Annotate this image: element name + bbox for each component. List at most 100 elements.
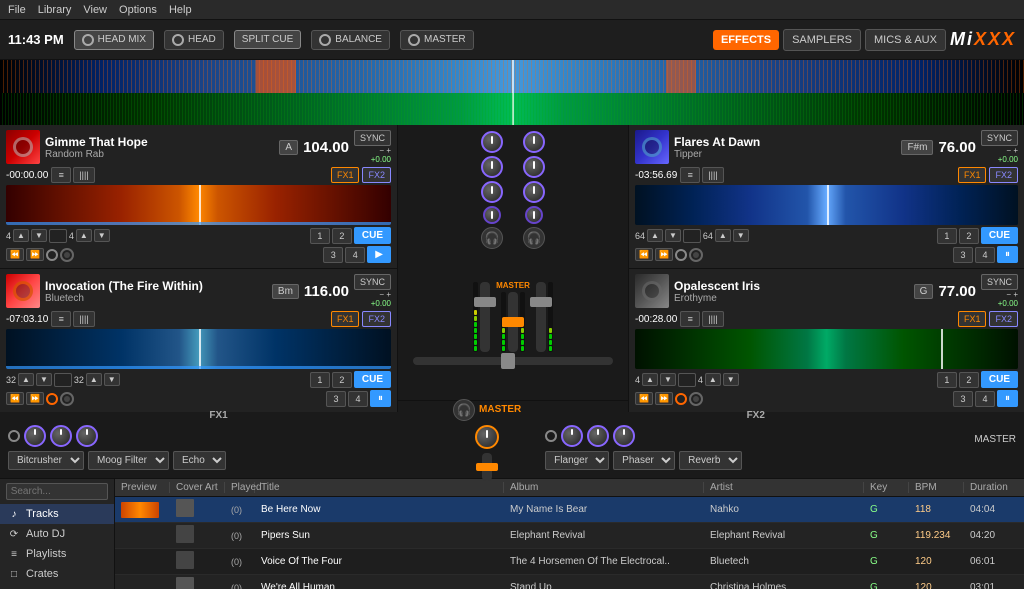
deck2-loop-up[interactable]: ▲ <box>18 373 34 386</box>
deck4-beats-btn[interactable]: |||| <box>702 311 723 327</box>
ch1-gain-knob[interactable] <box>483 206 501 224</box>
deck2-sync-button[interactable]: SYNC <box>354 274 391 290</box>
deck1-fwd-btn[interactable]: ⏩ <box>26 248 44 261</box>
fx1-effect2-select[interactable]: Moog Filter <box>88 451 169 470</box>
deck3-loop-in-btn[interactable] <box>683 229 701 243</box>
deck1-vinyl[interactable] <box>60 248 74 262</box>
deck2-waveform[interactable] <box>6 329 391 369</box>
menu-file[interactable]: File <box>8 4 26 16</box>
deck3-fwd-btn[interactable]: ⏩ <box>655 248 673 261</box>
ch1-low-knob[interactable] <box>481 181 503 203</box>
deck1-loop-down[interactable]: ▼ <box>31 229 47 242</box>
fx1-effect3-select[interactable]: Echo <box>173 451 226 470</box>
ch1-high-knob[interactable] <box>481 131 503 153</box>
deck3-loop2-down[interactable]: ▼ <box>733 229 749 242</box>
deck3-waveform[interactable] <box>635 185 1018 225</box>
fx2-effect1-select[interactable]: Flanger <box>545 451 609 470</box>
deck2-eq-btn[interactable]: ≡ <box>51 311 71 327</box>
table-row[interactable]: (0) We're All Human Stand Up Christina H… <box>115 575 1024 589</box>
head-button[interactable]: HEAD <box>164 30 224 50</box>
deck2-fx1-button[interactable]: FX1 <box>331 311 360 327</box>
deck3-fx1-button[interactable]: FX1 <box>958 167 987 183</box>
fx1-knob3[interactable] <box>76 425 98 447</box>
deck4-waveform[interactable] <box>635 329 1018 369</box>
master-button[interactable]: MASTER <box>400 30 474 50</box>
sidebar-item-playlists[interactable]: ≡ Playlists <box>0 544 114 564</box>
samplers-button[interactable]: SAMPLERS <box>783 29 861 51</box>
deck2-loop2-up[interactable]: ▲ <box>86 373 102 386</box>
deck2-btn4[interactable]: 4 <box>348 391 368 407</box>
ch2-headphones-btn[interactable]: 🎧 <box>523 227 545 249</box>
deck3-btn1[interactable]: 1 <box>937 228 957 244</box>
track-preview[interactable] <box>115 502 170 518</box>
deck1-loop-up[interactable]: ▲ <box>13 229 29 242</box>
fx1-power-icon[interactable] <box>8 430 20 442</box>
deck1-btn3[interactable]: 3 <box>323 247 343 263</box>
deck1-loop2-up[interactable]: ▲ <box>76 229 92 242</box>
table-row[interactable]: (0) Voice Of The Four The 4 Horsemen Of … <box>115 549 1024 575</box>
deck1-loop-in-btn[interactable] <box>49 229 67 243</box>
ch2-fader[interactable] <box>536 282 546 352</box>
menu-options[interactable]: Options <box>119 4 157 16</box>
deck2-vinyl[interactable] <box>60 392 74 406</box>
deck4-loop2-down[interactable]: ▼ <box>723 373 739 386</box>
deck3-btn3[interactable]: 3 <box>953 247 973 263</box>
deck3-sync-button[interactable]: SYNC <box>981 130 1018 146</box>
deck2-fwd-btn[interactable]: ⏩ <box>26 392 44 405</box>
fx2-knob1[interactable] <box>561 425 583 447</box>
deck4-loop-up[interactable]: ▲ <box>642 373 658 386</box>
deck1-btn2[interactable]: 2 <box>332 228 352 244</box>
master-headphones-btn[interactable]: 🎧 <box>453 399 475 421</box>
master-fader[interactable] <box>508 292 518 352</box>
deck4-loop-down[interactable]: ▼ <box>660 373 676 386</box>
deck1-btn4[interactable]: 4 <box>345 247 365 263</box>
deck3-vinyl[interactable] <box>689 248 703 262</box>
deck4-loop2-up[interactable]: ▲ <box>705 373 721 386</box>
ch2-high-knob[interactable] <box>523 131 545 153</box>
deck4-btn2[interactable]: 2 <box>959 372 979 388</box>
deck2-rew-btn[interactable]: ⏪ <box>6 392 24 405</box>
ch1-mid-knob[interactable] <box>481 156 503 178</box>
mics-button[interactable]: MICS & AUX <box>865 29 946 51</box>
deck1-sync-button[interactable]: SYNC <box>354 130 391 146</box>
deck4-vinyl[interactable] <box>689 392 703 406</box>
waveform-overview[interactable] <box>0 60 1024 125</box>
deck4-fx2-button[interactable]: FX2 <box>989 311 1018 327</box>
fx2-knob3[interactable] <box>613 425 635 447</box>
balance-button[interactable]: BALANCE <box>311 30 390 50</box>
ch1-fader[interactable] <box>480 282 490 352</box>
deck3-btn2[interactable]: 2 <box>959 228 979 244</box>
deck2-btn2[interactable]: 2 <box>332 372 352 388</box>
deck4-btn4[interactable]: 4 <box>975 391 995 407</box>
deck1-waveform[interactable] <box>6 185 391 225</box>
deck1-cue-button[interactable]: CUE <box>354 227 391 244</box>
deck2-loop2-down[interactable]: ▼ <box>104 373 120 386</box>
deck1-beats-btn[interactable]: |||| <box>73 167 94 183</box>
deck4-power-btn[interactable] <box>675 393 687 405</box>
fx2-effect2-select[interactable]: Phaser <box>613 451 675 470</box>
deck1-btn1[interactable]: 1 <box>310 228 330 244</box>
deck3-loop-down[interactable]: ▼ <box>665 229 681 242</box>
deck1-fx1-button[interactable]: FX1 <box>331 167 360 183</box>
deck3-fx2-button[interactable]: FX2 <box>989 167 1018 183</box>
deck3-loop2-up[interactable]: ▲ <box>715 229 731 242</box>
deck2-fx2-button[interactable]: FX2 <box>362 311 391 327</box>
fx2-knob2[interactable] <box>587 425 609 447</box>
deck3-rew-btn[interactable]: ⏪ <box>635 248 653 261</box>
deck3-btn4[interactable]: 4 <box>975 247 995 263</box>
deck1-loop2-down[interactable]: ▼ <box>94 229 110 242</box>
master-volume-knob[interactable] <box>475 425 499 449</box>
deck4-rew-btn[interactable]: ⏪ <box>635 392 653 405</box>
fx2-power-icon[interactable] <box>545 430 557 442</box>
ch2-mid-knob[interactable] <box>523 156 545 178</box>
deck4-fx1-button[interactable]: FX1 <box>958 311 987 327</box>
deck3-loop-up[interactable]: ▲ <box>647 229 663 242</box>
deck4-fwd-btn[interactable]: ⏩ <box>655 392 673 405</box>
menu-help[interactable]: Help <box>169 4 192 16</box>
deck4-sync-button[interactable]: SYNC <box>981 274 1018 290</box>
deck4-eq-btn[interactable]: ≡ <box>680 311 700 327</box>
deck3-power-btn[interactable] <box>675 249 687 261</box>
fx1-effect1-select[interactable]: Bitcrusher <box>8 451 84 470</box>
deck2-pause-button[interactable]: ⏸ <box>370 390 391 407</box>
ch1-headphones-btn[interactable]: 🎧 <box>481 227 503 249</box>
